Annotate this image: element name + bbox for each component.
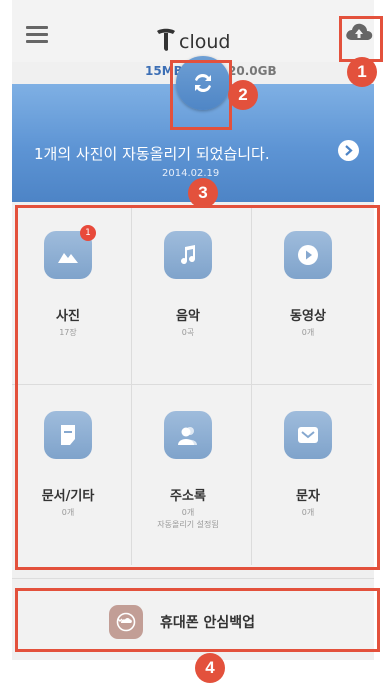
callout-marker-1: 1 <box>347 57 377 87</box>
menu-icon <box>26 26 48 29</box>
logo-text: cloud <box>179 31 231 53</box>
callout-marker-2: 2 <box>228 80 258 110</box>
banner-message: 1개의 사진이 자동올리기 되었습니다. <box>34 145 270 163</box>
storage-total: 20.0GB <box>228 64 277 78</box>
callout-box-4 <box>15 588 380 652</box>
t-logo-icon <box>157 28 175 51</box>
tcloud-logo: cloud <box>155 22 230 52</box>
app-header: cloud <box>12 0 374 62</box>
callout-marker-3: 3 <box>188 178 218 208</box>
banner-date: 2014.02.19 <box>162 168 220 179</box>
callout-box-2 <box>170 60 232 130</box>
divider <box>12 578 374 579</box>
callout-box-3 <box>15 205 380 570</box>
callout-box-1 <box>339 16 383 62</box>
chevron-right-icon <box>345 145 353 156</box>
banner-detail-button[interactable] <box>338 140 359 161</box>
callout-marker-4: 4 <box>195 653 225 683</box>
menu-button[interactable] <box>26 26 48 44</box>
